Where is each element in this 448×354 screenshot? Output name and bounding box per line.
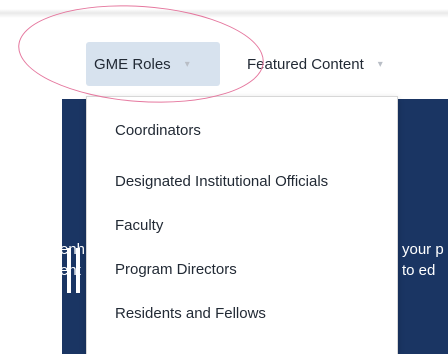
- menu-item-residents-and-fellows[interactable]: Residents and Fellows: [115, 305, 266, 322]
- nav-featured-content-label: Featured Content: [247, 55, 364, 73]
- gme-roles-dropdown-menu: Coordinators Designated Institutional Of…: [86, 96, 398, 354]
- hero-text-right-2: to ed: [402, 262, 436, 279]
- chevron-down-icon: ▾: [377, 58, 383, 70]
- menu-item-coordinators[interactable]: Coordinators: [115, 122, 201, 139]
- menu-item-program-directors[interactable]: Program Directors: [115, 261, 237, 278]
- hero-text-left-2: ent: [62, 262, 81, 279]
- nav-gme-roles[interactable]: GME Roles ▾: [86, 42, 220, 86]
- nav-featured-content[interactable]: Featured Content ▾: [247, 42, 427, 86]
- hero-text-left-1: enh: [62, 241, 86, 258]
- menu-item-faculty[interactable]: Faculty: [115, 217, 163, 234]
- hero-text-right-1: your p: [402, 241, 444, 258]
- menu-item-designated-institutional-officials[interactable]: Designated Institutional Officials: [115, 173, 328, 190]
- chevron-down-icon: ▾: [184, 58, 190, 70]
- top-bar-shadow: [0, 0, 448, 18]
- nav-gme-roles-label: GME Roles: [94, 55, 171, 73]
